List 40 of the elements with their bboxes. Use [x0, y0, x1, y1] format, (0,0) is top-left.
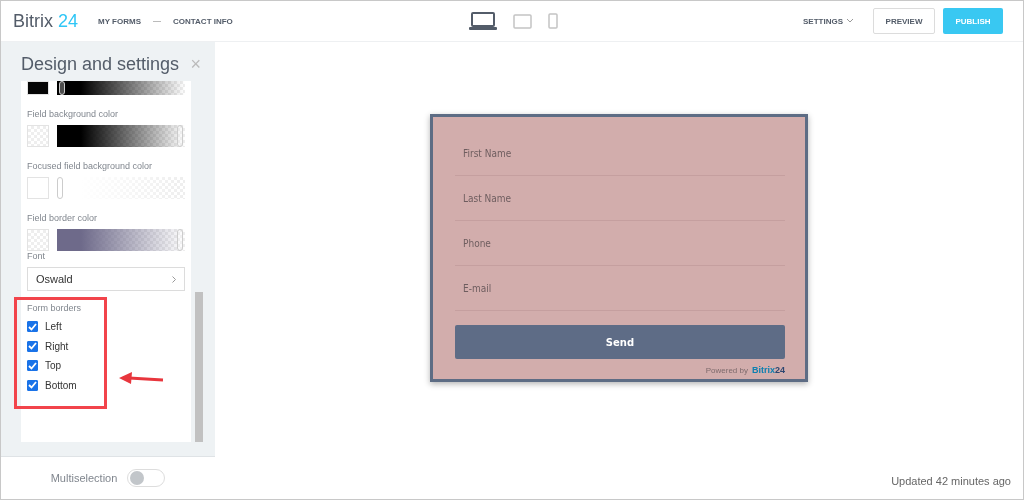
opacity-slider[interactable]: [57, 81, 185, 95]
update-status: Updated 42 minutes ago: [891, 475, 1011, 487]
color-swatch[interactable]: [27, 177, 49, 199]
checkbox-label: Right: [45, 340, 69, 352]
settings-menu[interactable]: SETTINGS: [797, 15, 859, 27]
checkbox[interactable]: [27, 360, 38, 372]
font-select[interactable]: Oswald: [27, 267, 185, 291]
checkbox-label: Bottom: [45, 379, 77, 391]
laptop-icon[interactable]: [468, 12, 497, 30]
logo: Bitrix 24: [13, 10, 79, 32]
powered-by-text: Powered by: [705, 365, 748, 375]
color-swatch[interactable]: [27, 229, 49, 251]
opacity-slider[interactable]: [57, 177, 185, 199]
breadcrumb-link[interactable]: MY FORMS: [98, 16, 141, 26]
toggle-switch[interactable]: [127, 469, 166, 487]
setting-label: Font: [27, 251, 46, 261]
checkbox-label: Top: [45, 360, 62, 372]
toggle-label: Multiselection: [50, 472, 118, 484]
form-input-field[interactable]: Last Name: [455, 176, 785, 221]
form-input-field[interactable]: First Name: [455, 131, 785, 176]
arrow-icon: [119, 372, 165, 386]
breadcrumb-link[interactable]: CONTACT INFO: [173, 16, 233, 26]
form-input-field[interactable]: E-mail: [455, 266, 785, 311]
chevron-right-icon: [172, 275, 176, 283]
send-button[interactable]: Send: [455, 325, 785, 359]
setting-label: Field background color: [27, 109, 120, 119]
color-swatch[interactable]: [27, 125, 49, 147]
setting-label: Field border color: [27, 213, 99, 223]
color-swatch[interactable]: [27, 81, 49, 95]
checkbox-label: Left: [45, 321, 62, 333]
setting-label: Focused field background color: [27, 161, 154, 171]
form-input-field[interactable]: Phone: [455, 221, 785, 266]
preview-button[interactable]: PREVIEW: [873, 8, 935, 34]
panel-title: Design and settings: [21, 54, 180, 75]
powered-by-logo[interactable]: Bitrix24: [751, 365, 785, 375]
caret-icon: [847, 19, 853, 23]
checkbox[interactable]: [27, 379, 38, 391]
checkbox[interactable]: [27, 321, 38, 333]
setting-label: Form borders: [27, 303, 82, 313]
checkbox[interactable]: [27, 340, 38, 352]
